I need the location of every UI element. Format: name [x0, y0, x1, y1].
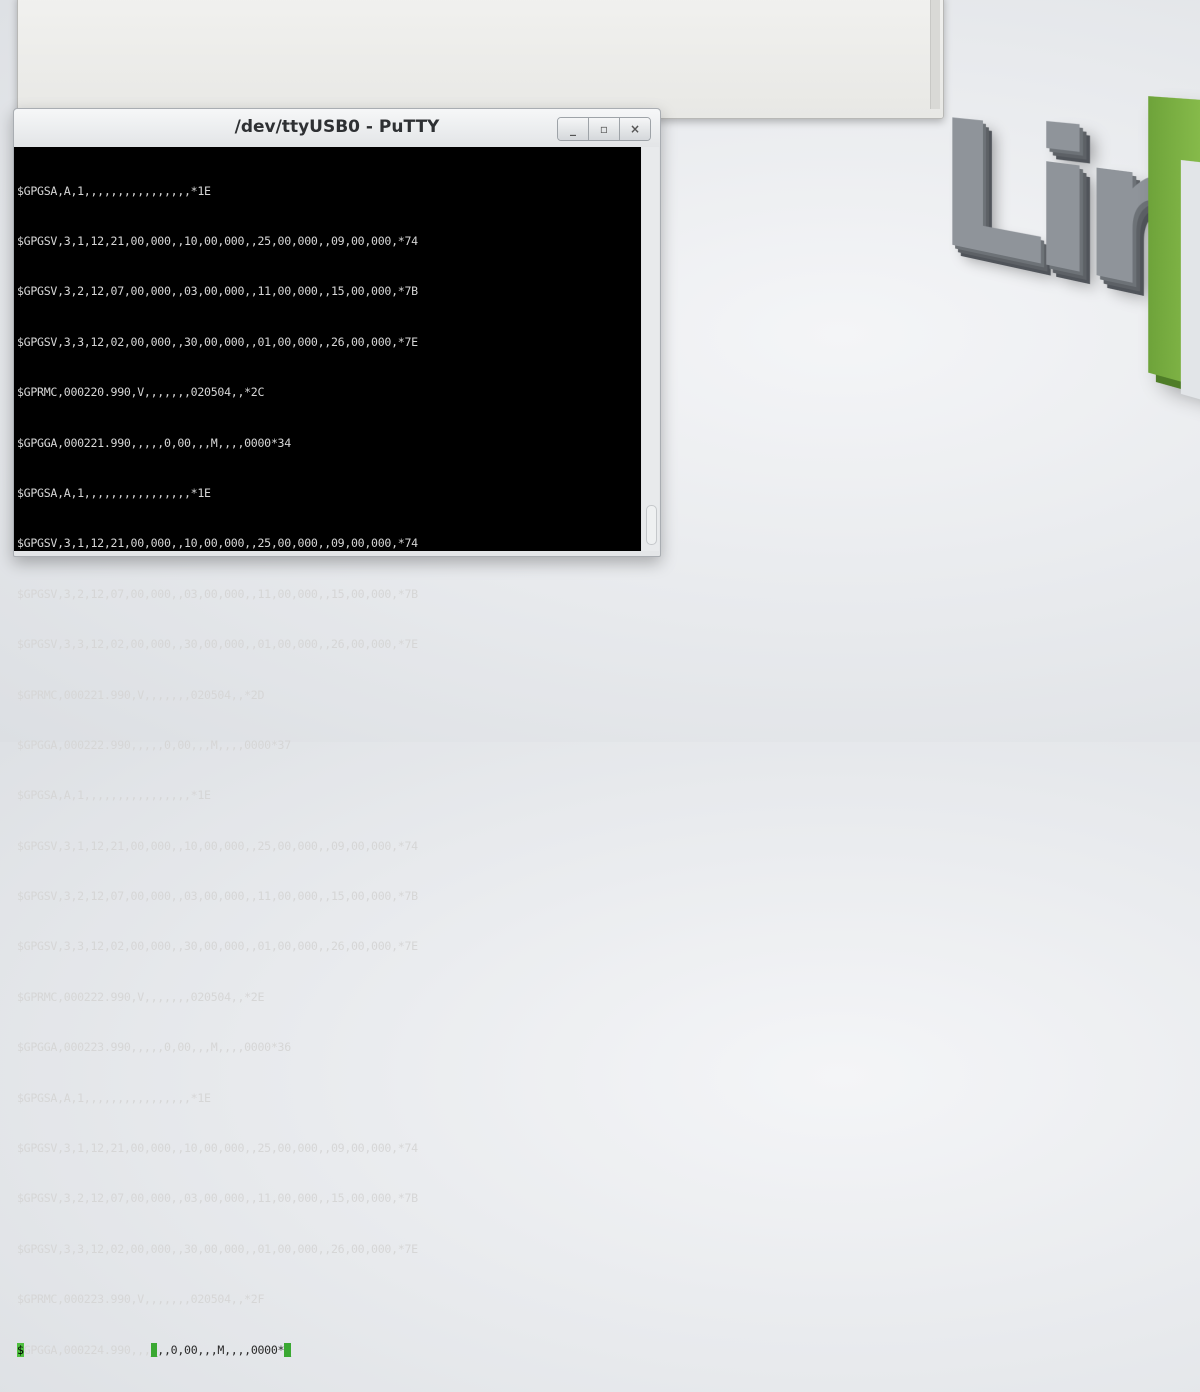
terminal-output: $GPGSA,A,1,,,,,,,,,,,,,,,,*1E $GPGSV,3,1… [17, 149, 418, 1392]
terminal-line: $GPGSV,3,3,12,02,00,000,,30,00,000,,01,0… [17, 637, 418, 652]
terminal-line: $GPGSV,3,2,12,07,00,000,,03,00,000,,11,0… [17, 284, 418, 299]
current-line-text: GPGGA,000224.990,,, [23, 1342, 151, 1357]
terminal-cursor: _ [150, 1342, 158, 1357]
scrollbar-thumb[interactable] [646, 505, 657, 545]
terminal-cursor-end: _ [284, 1342, 291, 1357]
terminal-line: $GPGSA,A,1,,,,,,,,,,,,,,,,*1E [17, 485, 211, 500]
background-window-scrollbar[interactable] [930, 0, 940, 109]
terminal-line: $GPGSA,A,1,,,,,,,,,,,,,,,,*1E [17, 183, 211, 198]
terminal-line: $GPRMC,000220.990,V,,,,,,,020504,,*2C [17, 385, 265, 400]
terminal-line: $GPGSV,3,1,12,21,00,000,,10,00,000,,25,0… [17, 536, 418, 551]
current-line-ghost-text: ,,0,00,,,M,,,,0000* [157, 1342, 285, 1357]
putty-window[interactable]: /dev/ttyUSB0 - PuTTY _ ▫ × $GPGSA,A,1,,,… [13, 108, 661, 1357]
terminal-line: $GPGGA,000222.990,,,,,0,00,,,M,,,,0000*3… [17, 737, 291, 752]
maximize-button[interactable]: ▫ [588, 118, 619, 140]
terminal-line: $GPRMC,000222.990,V,,,,,,,020504,,*2E [17, 989, 265, 1004]
terminal-line: $GPGGA,000223.990,,,,,0,00,,,M,,,,0000*3… [17, 1040, 291, 1055]
background-window[interactable] [17, 0, 944, 119]
terminal-line: $GPGSV,3,3,12,02,00,000,,30,00,000,,01,0… [17, 939, 418, 954]
terminal-line: $GPRMC,000223.990,V,,,,,,,020504,,*2F [17, 1292, 265, 1307]
terminal-line: $GPGSV,3,2,12,07,00,000,,03,00,000,,11,0… [17, 889, 418, 904]
terminal-line: $GPGSV,3,2,12,07,00,000,,03,00,000,,11,0… [17, 1191, 418, 1206]
terminal-line: $GPGSV,3,3,12,02,00,000,,30,00,000,,01,0… [17, 1241, 418, 1256]
minimize-button[interactable]: _ [558, 118, 588, 140]
title-bar[interactable]: /dev/ttyUSB0 - PuTTY _ ▫ × [14, 109, 660, 147]
terminal-area[interactable]: $GPGSA,A,1,,,,,,,,,,,,,,,,*1E $GPGSV,3,1… [14, 147, 641, 1357]
terminal-line: $GPGSV,3,1,12,21,00,000,,10,00,000,,25,0… [17, 1141, 418, 1156]
terminal-line: $GPGSV,3,1,12,21,00,000,,10,00,000,,25,0… [17, 233, 418, 248]
linux-mint-logo: LinuX [920, 40, 1200, 452]
terminal-line: $GPGSV,3,2,12,07,00,000,,03,00,000,,11,0… [17, 586, 418, 601]
terminal-line: $GPRMC,000221.990,V,,,,,,,020504,,*2D [17, 687, 265, 702]
close-button[interactable]: × [619, 118, 650, 140]
terminal-line: $GPGSV,3,3,12,02,00,000,,30,00,000,,01,0… [17, 334, 418, 349]
terminal-line: $GPGSA,A,1,,,,,,,,,,,,,,,,*1E [17, 1090, 211, 1105]
window-controls: _ ▫ × [557, 117, 651, 141]
terminal-current-line: $GPGGA,000224.990,,,_,,0,00,,,M,,,,0000*… [17, 1342, 418, 1359]
terminal-line: $GPGSA,A,1,,,,,,,,,,,,,,,,*1E [17, 788, 211, 803]
line-start-highlight: $ [17, 1342, 24, 1357]
terminal-line: $GPGGA,000221.990,,,,,0,00,,,M,,,,0000*3… [17, 435, 291, 450]
terminal-scrollbar[interactable] [642, 147, 659, 551]
terminal-line: $GPGSV,3,1,12,21,00,000,,10,00,000,,25,0… [17, 838, 418, 853]
